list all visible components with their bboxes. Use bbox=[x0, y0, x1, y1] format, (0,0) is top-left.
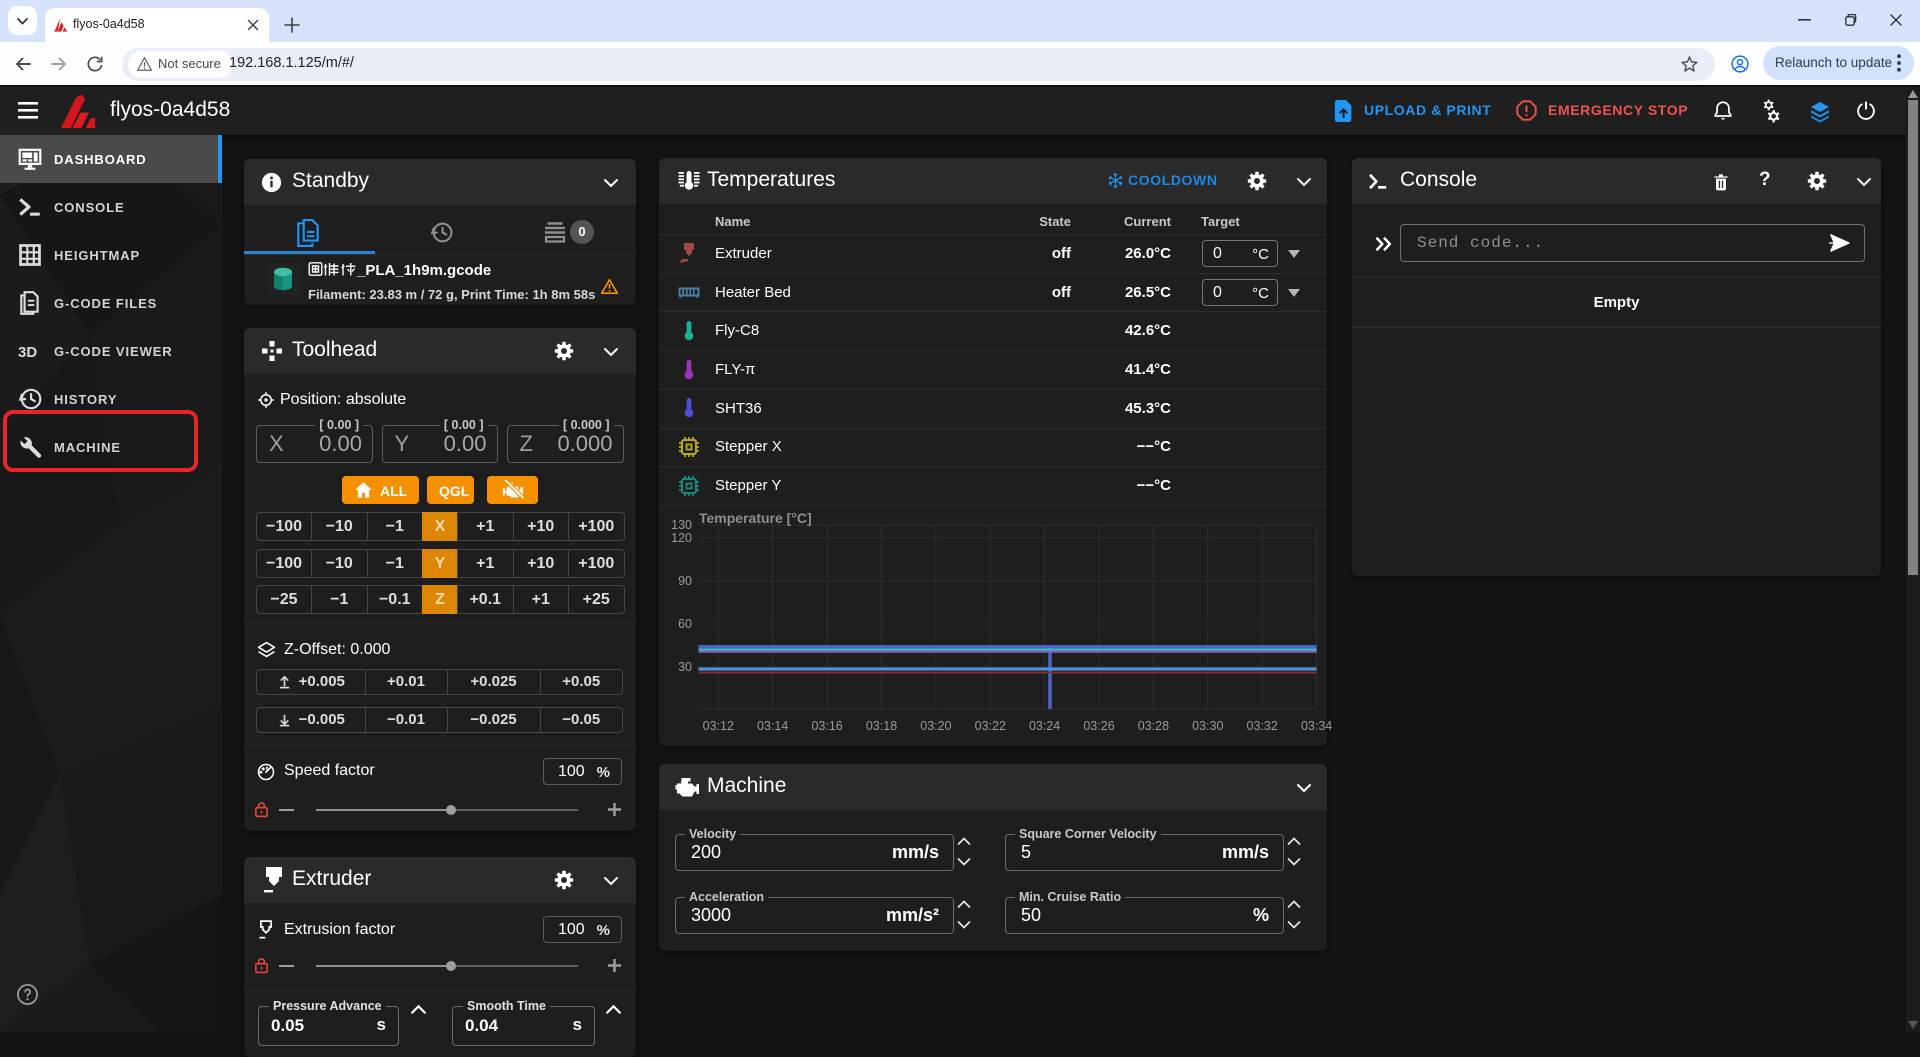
svg-text:3D: 3D bbox=[18, 344, 37, 361]
